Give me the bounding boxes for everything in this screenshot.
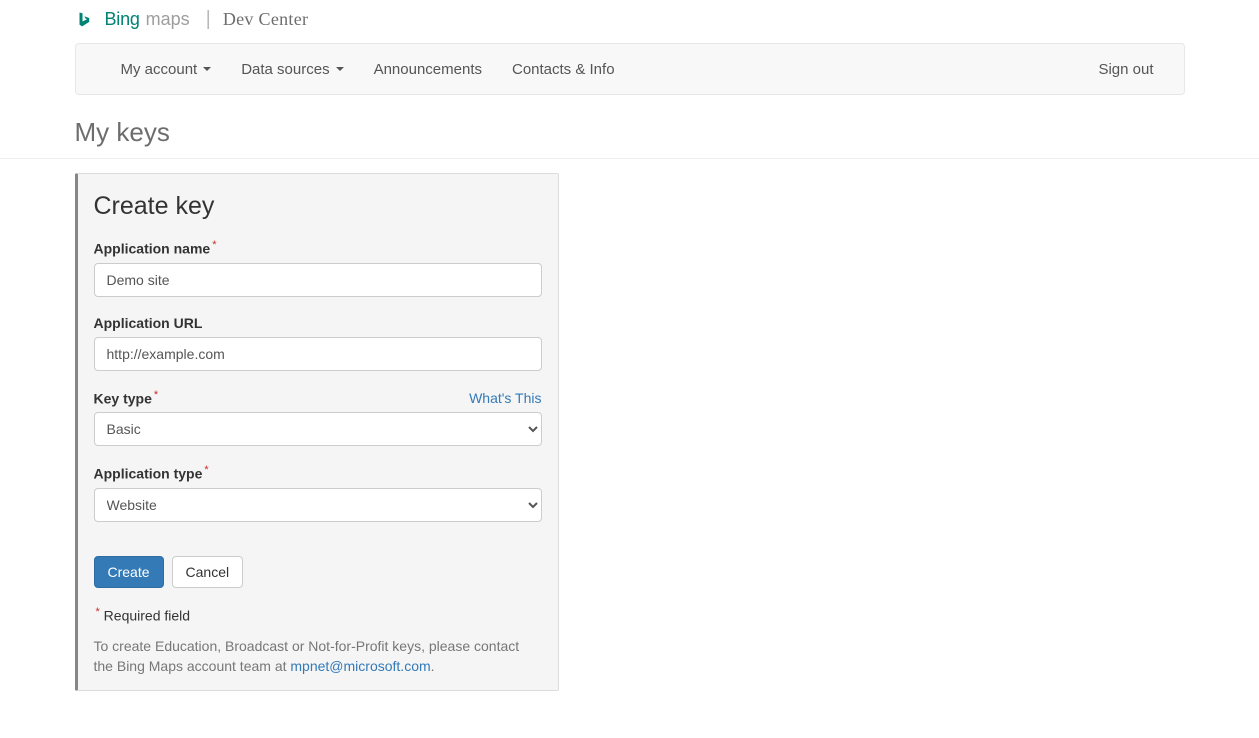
key-type-label: Key type — [94, 390, 152, 406]
main-navbar: My account Data sources Announcements Co… — [75, 43, 1185, 95]
nav-sign-out[interactable]: Sign out — [1083, 46, 1168, 93]
create-key-panel: Create key Application name* Application… — [75, 173, 559, 691]
footer-contact-note: To create Education, Broadcast or Not-fo… — [94, 636, 542, 677]
required-asterisk: * — [96, 606, 100, 618]
nav-contacts-info-label: Contacts & Info — [512, 61, 615, 78]
site-logo[interactable]: Bing maps | Dev Center — [75, 0, 1185, 31]
whats-this-link[interactable]: What's This — [469, 390, 541, 406]
nav-announcements[interactable]: Announcements — [359, 46, 497, 93]
app-url-label: Application URL — [94, 315, 203, 331]
nav-announcements-label: Announcements — [374, 61, 482, 78]
app-type-select[interactable]: Website — [94, 488, 542, 522]
chevron-down-icon — [203, 67, 211, 71]
logo-text-maps: maps — [146, 9, 190, 29]
key-type-select[interactable]: Basic — [94, 412, 542, 446]
logo-separator: | — [206, 8, 211, 31]
logo-text-bing: Bing — [105, 9, 140, 29]
app-name-input[interactable] — [94, 263, 542, 297]
app-url-input[interactable] — [94, 337, 542, 371]
panel-title: Create key — [94, 192, 542, 221]
cancel-button[interactable]: Cancel — [172, 556, 244, 588]
logo-portal-name: Dev Center — [223, 9, 308, 30]
nav-my-account[interactable]: My account — [106, 46, 227, 93]
field-app-type: Application type* Website — [94, 464, 542, 522]
nav-sign-out-label: Sign out — [1098, 61, 1153, 78]
nav-data-sources[interactable]: Data sources — [226, 46, 358, 93]
nav-data-sources-label: Data sources — [241, 61, 329, 78]
required-field-text: Required field — [104, 608, 190, 624]
app-type-label: Application type — [94, 466, 203, 482]
bing-b-icon — [75, 10, 93, 30]
contact-email-link[interactable]: mpnet@microsoft.com — [290, 658, 430, 674]
nav-my-account-label: My account — [121, 61, 198, 78]
footer-note-suffix: . — [431, 658, 435, 674]
form-buttons: Create Cancel — [94, 556, 542, 588]
field-app-name: Application name* — [94, 239, 542, 297]
required-asterisk: * — [204, 464, 208, 476]
app-name-label: Application name — [94, 241, 211, 257]
page-title: My keys — [75, 117, 1185, 148]
required-field-note: * Required field — [94, 606, 542, 624]
chevron-down-icon — [336, 67, 344, 71]
required-asterisk: * — [154, 389, 158, 401]
create-button[interactable]: Create — [94, 556, 164, 588]
nav-contacts-info[interactable]: Contacts & Info — [497, 46, 630, 93]
field-app-url: Application URL — [94, 315, 542, 371]
required-asterisk: * — [212, 239, 216, 251]
field-key-type: Key type* What's This Basic — [94, 389, 542, 447]
page-divider — [0, 158, 1259, 159]
